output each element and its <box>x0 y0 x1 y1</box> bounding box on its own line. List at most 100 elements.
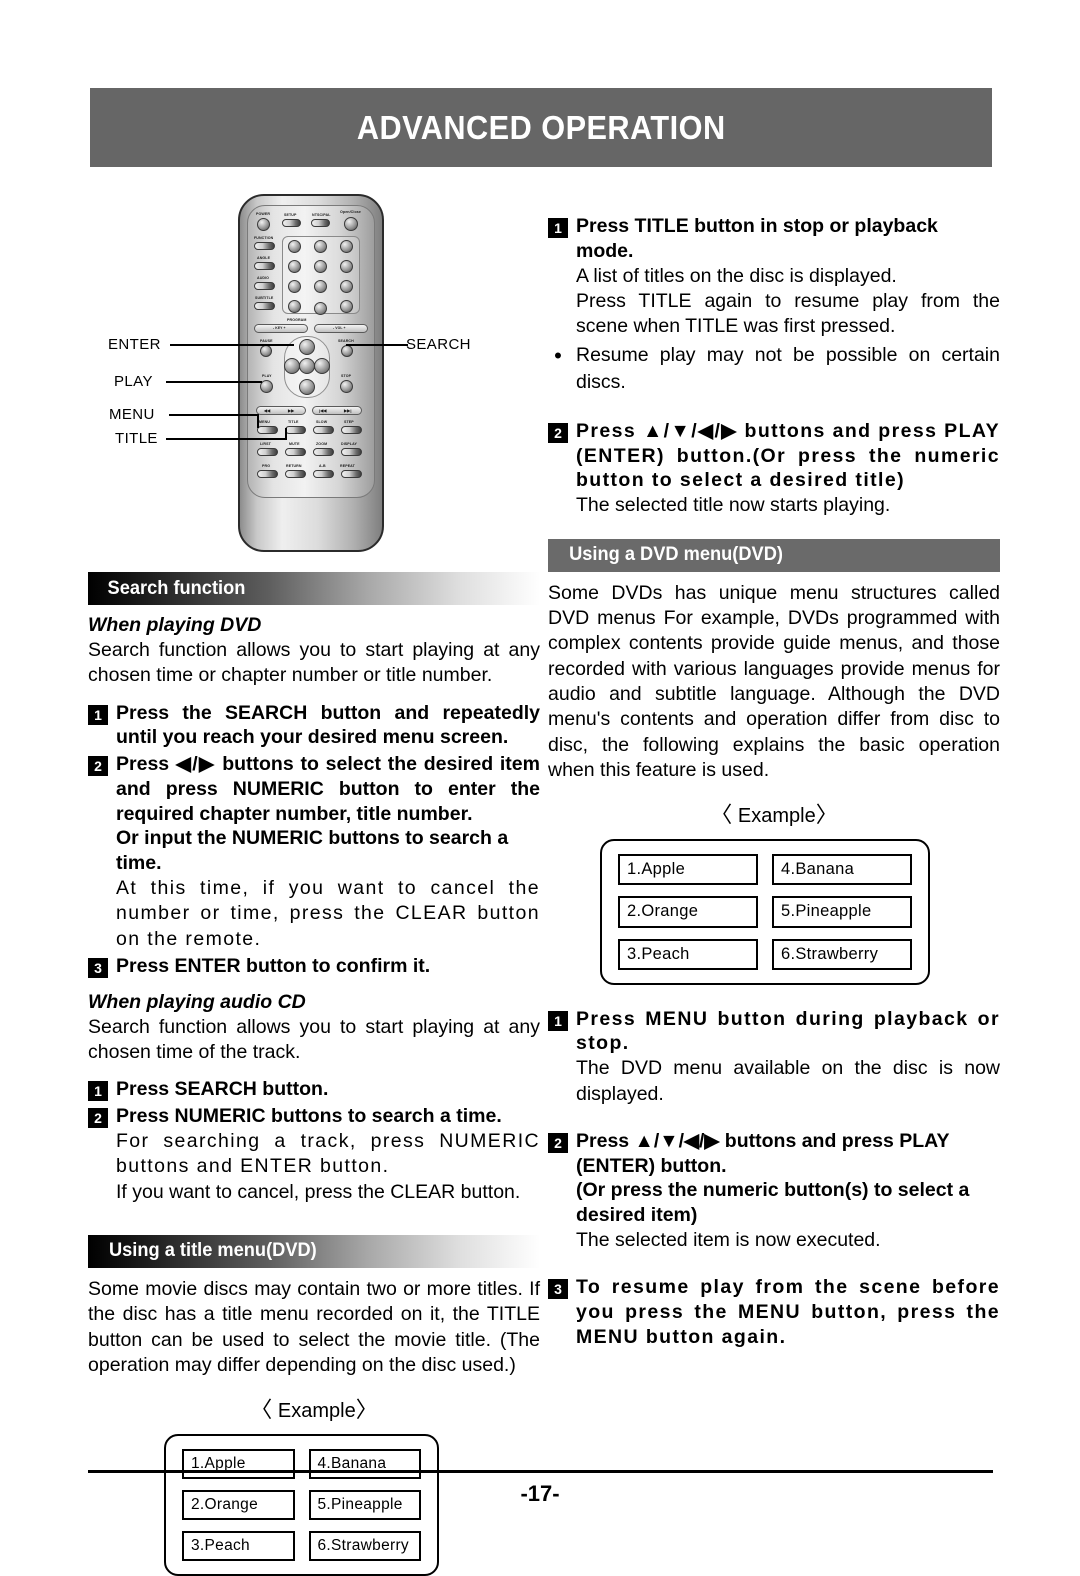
step-text-bold: Press ▲/▼/◀/▶ buttons and press PLAY (EN… <box>576 419 1000 492</box>
title-menu-body: Some movie discs may contain two or more… <box>88 1277 540 1376</box>
remote-angle-button[interactable] <box>254 262 275 270</box>
remote-dpad-right[interactable] <box>314 358 330 374</box>
remote-label-pause: PAUSE <box>260 339 273 343</box>
remote-numeric-hash[interactable] <box>340 300 353 313</box>
remote-label-title: TITLE <box>288 420 299 424</box>
remote-prg-button[interactable] <box>257 470 278 478</box>
page-title-banner: ADVANCED OPERATION <box>90 88 992 167</box>
right-column: 1 Press TITLE button in stop or playback… <box>548 212 1000 1349</box>
menu-item[interactable]: 2.Orange <box>618 896 758 928</box>
menu-item[interactable]: 4.Banana <box>308 1449 421 1480</box>
remote-setup-button[interactable] <box>282 219 301 227</box>
remote-dpad-down[interactable] <box>299 379 315 395</box>
remote-numeric-5[interactable] <box>314 260 327 273</box>
page-number: -17- <box>520 1481 560 1506</box>
remote-title-button[interactable] <box>285 426 306 434</box>
remote-label-setup: SETUP <box>284 213 297 217</box>
search-dvd-step-1: 1 Press the SEARCH button and repeatedly… <box>88 701 540 751</box>
bullet-icon: • <box>554 342 562 368</box>
menu-item[interactable]: 3.Peach <box>182 1531 295 1562</box>
left-column: POWER SETUP NTSC/PAL Open/Close FUNCTION… <box>88 190 540 1576</box>
menu-item[interactable]: 1.Apple <box>618 854 758 886</box>
callout-leader-enter <box>170 344 294 346</box>
step-text-normal: At this time, if you want to cancel the … <box>116 876 540 950</box>
remote-display-button[interactable] <box>341 448 362 456</box>
remote-enter-button[interactable] <box>299 358 315 374</box>
remote-slow-button[interactable] <box>313 426 334 434</box>
remote-numeric-9[interactable] <box>340 280 353 293</box>
callout-leader-search <box>346 344 408 346</box>
remote-label-play: PLAY <box>262 374 272 378</box>
remote-label-function: FUNCTION <box>254 236 274 240</box>
remote-dpad-left[interactable] <box>284 358 300 374</box>
menu-item[interactable]: 3.Peach <box>618 938 758 970</box>
dvd-menu-step-3: 3 To resume play from the scene before y… <box>548 1275 1000 1349</box>
remote-label-subtitle: SUBTITLE <box>255 296 274 300</box>
remote-search-button[interactable] <box>341 345 353 357</box>
step-text-bold: Press TITLE button in stop or playback m… <box>576 215 938 262</box>
fastforward-icon: ▶▶ <box>288 408 295 413</box>
remote-audio-button[interactable] <box>254 282 275 290</box>
remote-control-figure: POWER SETUP NTSC/PAL Open/Close FUNCTION… <box>88 190 540 560</box>
step-text-bold-2: Or input the NUMERIC buttons to search a… <box>116 827 509 875</box>
step-text-bold: Press NUMERIC buttons to search a time. <box>116 1105 502 1128</box>
remote-ntsc-pal-button[interactable] <box>311 219 330 227</box>
remote-stop-button[interactable] <box>340 380 353 393</box>
menu-item[interactable]: 6.Strawberry <box>308 1531 421 1562</box>
callout-leader-play <box>166 381 262 383</box>
remote-label-stop: STOP <box>341 374 352 378</box>
step-text-bold-2: (Or press the numeric button(s) to selec… <box>576 1179 970 1227</box>
remote-numeric-4[interactable] <box>288 260 301 273</box>
title-bullet-note: • Resume play may not be possible on cer… <box>548 342 1000 397</box>
remote-label-ntsc-pal: NTSC/PAL <box>312 213 331 217</box>
step-marker: 1 <box>88 704 108 725</box>
remote-numeric-1[interactable] <box>288 240 301 253</box>
remote-numeric-0[interactable] <box>314 302 327 315</box>
menu-item[interactable]: 1.Apple <box>182 1449 295 1480</box>
step-text-normal-2: If you want to cancel, press the CLEAR b… <box>116 1180 521 1203</box>
remote-step-button[interactable] <box>341 426 362 434</box>
step-marker: 1 <box>548 1010 568 1031</box>
prev-track-icon: |◀◀ <box>319 408 327 413</box>
remote-label-lrst: L/RST <box>260 442 271 446</box>
page-title: ADVANCED OPERATION <box>356 108 726 146</box>
dvd-menu-step-1: 1 Press MENU button during playback or s… <box>548 1007 1000 1107</box>
menu-item[interactable]: 5.Pineapple <box>772 896 912 928</box>
remote-numeric-8[interactable] <box>314 280 327 293</box>
section-header-dvd-menu: Using a DVD menu(DVD) <box>548 538 1000 572</box>
step-text-normal: For searching a track, press NUMERIC but… <box>116 1129 540 1178</box>
example-label-text: Example <box>277 1400 356 1423</box>
remote-menu-button[interactable] <box>257 426 278 434</box>
remote-control-body: POWER SETUP NTSC/PAL Open/Close FUNCTION… <box>238 194 384 552</box>
step-text-bold: Press ▲/▼/◀/▶ buttons and press PLAY (EN… <box>576 1129 950 1177</box>
remote-pause-button[interactable] <box>260 345 272 357</box>
remote-return-button[interactable] <box>285 470 306 478</box>
callout-leader-menu <box>169 414 259 416</box>
step-text-normal: The selected title now starts playing. <box>576 494 891 517</box>
example-label-right: 〈 Example〉 <box>710 802 838 828</box>
remote-repeat-button[interactable] <box>341 470 362 478</box>
remote-zoom-button[interactable] <box>313 448 334 456</box>
callout-leader-menu-v <box>257 414 259 428</box>
remote-ab-button[interactable] <box>313 470 334 478</box>
remote-subtitle-button[interactable] <box>254 302 275 310</box>
dvd-menu-step-2: 2 Press ▲/▼/◀/▶ buttons and press PLAY (… <box>548 1129 1000 1253</box>
menu-item[interactable]: 6.Strawberry <box>772 938 912 970</box>
remote-open-close-button[interactable] <box>344 217 358 231</box>
remote-numeric-6[interactable] <box>340 260 353 273</box>
step-marker: 2 <box>88 756 108 777</box>
remote-lrst-button[interactable] <box>257 448 278 456</box>
remote-numeric-star[interactable] <box>288 300 301 313</box>
remote-numeric-2[interactable] <box>314 240 327 253</box>
remote-numeric-3[interactable] <box>340 240 353 253</box>
menu-item[interactable]: 4.Banana <box>772 854 912 886</box>
remote-dpad-up[interactable] <box>299 339 315 355</box>
callout-enter: ENTER <box>108 336 161 353</box>
remote-function-button[interactable] <box>254 242 275 250</box>
remote-mute-button[interactable] <box>285 448 306 456</box>
remote-numeric-7[interactable] <box>288 280 301 293</box>
remote-label-step: STEP <box>344 420 354 424</box>
remote-label-search: SEARCH <box>338 339 354 343</box>
rewind-icon: ◀◀ <box>264 408 271 413</box>
remote-power-button[interactable] <box>257 218 270 231</box>
